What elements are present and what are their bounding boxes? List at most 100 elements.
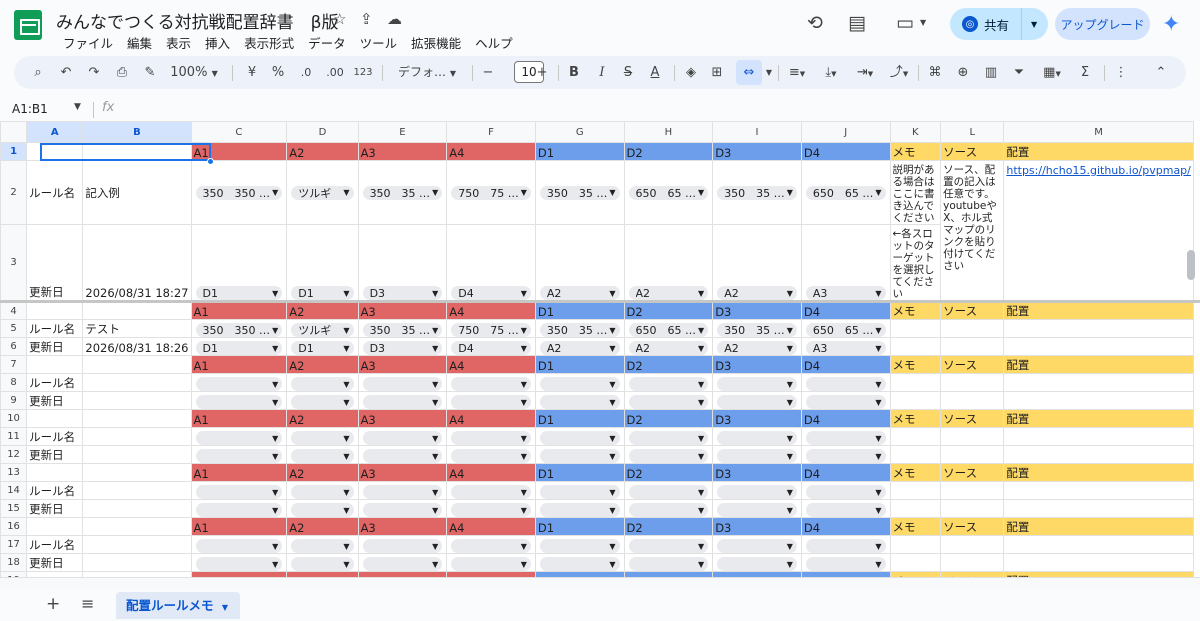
attack-slot-header[interactable]: A1: [190, 355, 288, 374]
merge-dropdown-icon[interactable]: ▼: [764, 56, 774, 89]
dropdown-chip[interactable]: ▼: [805, 449, 886, 463]
dropdown-cell[interactable]: ▼: [446, 427, 536, 446]
cell[interactable]: [940, 535, 1005, 554]
row-header[interactable]: 3: [0, 224, 28, 302]
source-header[interactable]: ソース: [940, 517, 1005, 536]
menu-item-6[interactable]: ツール: [353, 32, 405, 53]
dropdown-cell[interactable]: D3 ▼: [357, 224, 448, 302]
dropdown-cell[interactable]: A2 ▼: [534, 224, 625, 302]
dropdown-cell[interactable]: ▼: [446, 391, 536, 410]
dropdown-cell[interactable]: ▼: [800, 391, 891, 410]
attack-slot-header[interactable]: A1: [190, 517, 288, 536]
defense-slot-header[interactable]: D2: [623, 517, 714, 536]
dropdown-chip[interactable]: ▼: [717, 503, 797, 517]
dropdown-chip[interactable]: ▼: [805, 395, 886, 409]
dropdown-cell[interactable]: ▼: [190, 427, 288, 446]
dropdown-chip[interactable]: A2 ▼: [539, 341, 620, 355]
dropdown-chip[interactable]: ▼: [195, 395, 283, 409]
defense-slot-header[interactable]: D2: [623, 463, 714, 482]
dropdown-chip[interactable]: ▼: [717, 431, 797, 445]
dropdown-chip[interactable]: A2 ▼: [628, 341, 709, 355]
dropdown-cell[interactable]: ▼: [623, 391, 714, 410]
defense-slot-header[interactable]: D3: [712, 409, 802, 428]
dropdown-cell[interactable]: ▼: [800, 535, 891, 554]
dropdown-chip[interactable]: ▼: [805, 485, 886, 499]
defense-slot-header[interactable]: D2: [623, 300, 714, 320]
dropdown-chip[interactable]: D1 ▼: [291, 341, 354, 355]
dropdown-cell[interactable]: ▼: [534, 445, 625, 464]
attack-slot-header[interactable]: A1: [190, 409, 288, 428]
column-header-J[interactable]: J: [800, 121, 891, 143]
memo-header[interactable]: メモ: [889, 142, 942, 161]
dropdown-chip[interactable]: A2 ▼: [717, 341, 797, 355]
cell[interactable]: [1003, 391, 1194, 410]
dropdown-cell[interactable]: 750 75 … ▼: [446, 319, 536, 338]
dropdown-cell[interactable]: 350 35 … ▼: [534, 319, 625, 338]
cell[interactable]: [1003, 337, 1194, 356]
menu-item-1[interactable]: 編集: [120, 32, 159, 53]
dropdown-cell[interactable]: ▼: [534, 553, 625, 572]
dropdown-chip[interactable]: ▼: [291, 539, 354, 553]
dropdown-cell[interactable]: 750 75 … ▼: [446, 160, 536, 225]
dropdown-chip[interactable]: A3 ▼: [805, 341, 886, 355]
cell-a[interactable]: [26, 300, 84, 320]
dropdown-chip[interactable]: ▼: [195, 539, 283, 553]
font-select[interactable]: デフォ… ▼: [392, 56, 462, 89]
placement-header[interactable]: 配置: [1003, 517, 1194, 536]
memo-cell[interactable]: [889, 553, 942, 572]
dropdown-cell[interactable]: ▼: [623, 499, 714, 518]
text-wrap-icon[interactable]: ⇥▼: [852, 56, 878, 89]
dropdown-chip[interactable]: D1 ▼: [291, 286, 354, 300]
row-header[interactable]: 14: [0, 481, 28, 500]
column-header-D[interactable]: D: [286, 121, 359, 143]
dropdown-cell[interactable]: ▼: [534, 427, 625, 446]
row-header[interactable]: 6: [0, 337, 28, 356]
column-header-G[interactable]: G: [534, 121, 625, 143]
share-dropdown-icon[interactable]: ▼: [1031, 20, 1037, 29]
cell[interactable]: [82, 391, 192, 410]
dropdown-chip[interactable]: ▼: [805, 557, 886, 571]
filter-views-icon[interactable]: ▦▼: [1038, 56, 1066, 89]
bold-button[interactable]: B: [566, 56, 582, 89]
dropdown-chip[interactable]: ▼: [362, 503, 443, 517]
dropdown-cell[interactable]: ▼: [712, 445, 802, 464]
row-header[interactable]: 18: [0, 553, 28, 572]
spreadsheet-grid[interactable]: A B C D E F G H I J K L M 1 A1 A2 A3 A4 D1 D2 D3 D4 メモ ソース 配置 2 ルー…: [0, 121, 1200, 577]
dropdown-cell[interactable]: ▼: [357, 535, 448, 554]
menu-item-4[interactable]: 表示形式: [237, 32, 301, 53]
defense-slot-header[interactable]: D1: [534, 409, 625, 428]
row-header[interactable]: 17: [0, 535, 28, 554]
row-header[interactable]: 9: [0, 391, 28, 410]
defense-slot-header[interactable]: D3: [712, 300, 802, 320]
attack-slot-header[interactable]: A2: [286, 463, 359, 482]
dropdown-chip[interactable]: ▼: [451, 485, 531, 499]
dropdown-cell[interactable]: ▼: [286, 391, 359, 410]
search-menus-icon[interactable]: ⌕: [28, 56, 48, 89]
number-format-button[interactable]: 123: [352, 56, 374, 89]
dropdown-cell[interactable]: ▼: [286, 481, 359, 500]
dropdown-cell[interactable]: 350 35 … ▼: [712, 319, 802, 338]
memo-header[interactable]: メモ: [889, 517, 942, 536]
cell-b[interactable]: [82, 300, 192, 320]
menu-item-3[interactable]: 挿入: [198, 32, 237, 53]
gemini-icon[interactable]: ✦: [1162, 12, 1180, 37]
insert-link-icon[interactable]: ⌘: [926, 56, 944, 89]
dropdown-chip[interactable]: ▼: [539, 503, 620, 517]
defense-slot-header[interactable]: D2: [623, 355, 714, 374]
placement-header[interactable]: 配置: [1003, 142, 1194, 161]
dropdown-chip[interactable]: ▼: [628, 485, 709, 499]
attack-slot-header[interactable]: A3: [357, 463, 448, 482]
defense-slot-header[interactable]: D3: [712, 355, 802, 374]
placement-header[interactable]: 配置: [1003, 300, 1194, 320]
zoom-select[interactable]: 100% ▼: [168, 56, 220, 89]
dropdown-chip[interactable]: ▼: [291, 449, 354, 463]
column-header-M[interactable]: M: [1003, 121, 1194, 143]
column-header-H[interactable]: H: [623, 121, 714, 143]
cell[interactable]: [82, 553, 192, 572]
attack-slot-header[interactable]: A3: [357, 355, 448, 374]
dropdown-cell[interactable]: ▼: [534, 535, 625, 554]
column-header-L[interactable]: L: [940, 121, 1005, 143]
column-header-K[interactable]: K: [889, 121, 942, 143]
cell[interactable]: [1003, 373, 1194, 392]
memo-cell[interactable]: [889, 445, 942, 464]
